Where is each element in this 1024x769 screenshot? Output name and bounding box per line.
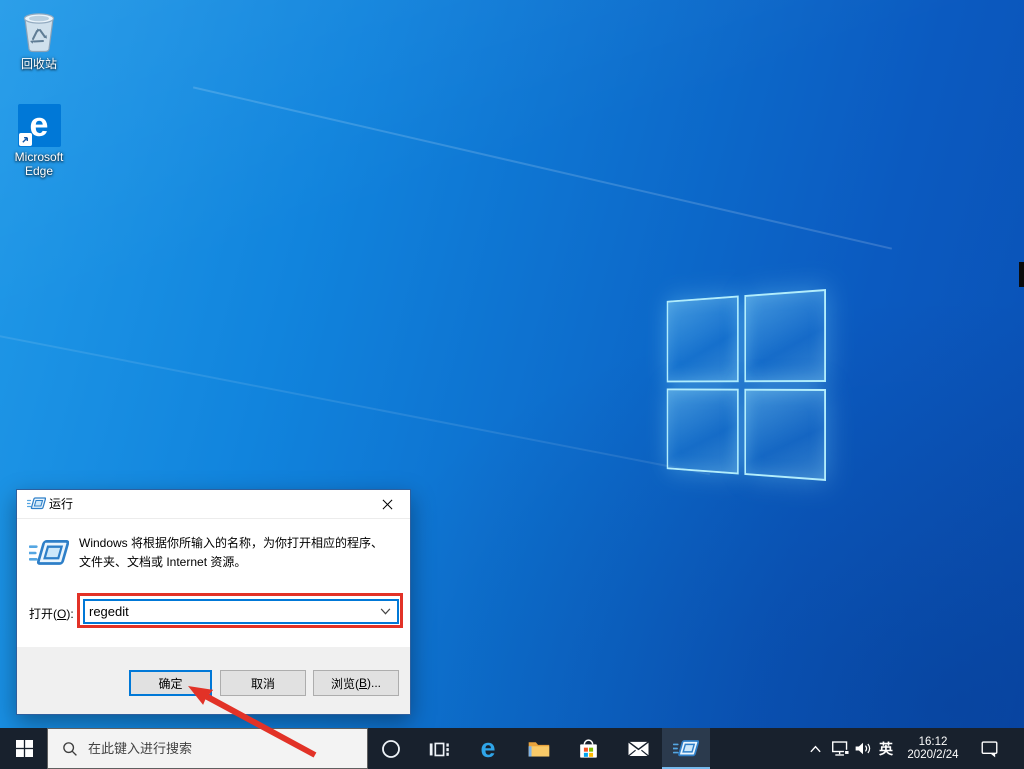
ime-label: 英 bbox=[879, 739, 893, 759]
run-dialog-icon bbox=[27, 496, 46, 511]
desktop-icon-edge[interactable]: e Microsoft Edge bbox=[0, 104, 78, 178]
taskbar-edge-button[interactable]: e bbox=[464, 728, 512, 769]
description-line-1: Windows 将根据你所输入的名称，为你打开相应的程序、 bbox=[79, 534, 404, 553]
clock-time: 16:12 bbox=[919, 736, 948, 749]
chevron-down-icon[interactable] bbox=[380, 608, 391, 615]
mail-icon bbox=[626, 736, 651, 761]
recycle-bin-icon bbox=[18, 6, 60, 54]
edge-e-glyph: e bbox=[30, 108, 49, 142]
ime-indicator[interactable]: 英 bbox=[874, 728, 898, 769]
windows-start-icon bbox=[16, 740, 33, 757]
file-explorer-icon bbox=[526, 736, 551, 761]
desktop-screen: 回收站 e Microsoft Edge 运行 Windows 将根据你所输入的… bbox=[0, 0, 1024, 769]
cursor-artifact bbox=[1019, 262, 1024, 287]
run-dialog-title: 运行 bbox=[49, 490, 73, 519]
windows-logo bbox=[667, 289, 826, 481]
start-button[interactable] bbox=[0, 728, 48, 769]
shortcut-arrow-icon bbox=[19, 133, 32, 146]
wallpaper-shadow bbox=[307, 291, 1024, 728]
open-label-pre: 打开( bbox=[29, 607, 57, 621]
search-input[interactable] bbox=[88, 741, 367, 756]
task-view-icon bbox=[427, 737, 451, 761]
browse-label-pre: 浏览( bbox=[331, 675, 359, 692]
run-dialog-description: Windows 将根据你所输入的名称，为你打开相应的程序、 文件夹、文档或 In… bbox=[79, 534, 404, 572]
action-center-icon bbox=[979, 738, 1000, 759]
edge-icon: e bbox=[480, 735, 495, 762]
taskbar-run-button[interactable] bbox=[662, 728, 710, 769]
open-combobox[interactable] bbox=[83, 599, 399, 624]
desktop-icon-recycle-bin[interactable]: 回收站 bbox=[0, 6, 78, 71]
run-taskbar-icon bbox=[673, 738, 699, 759]
volume-tray-button[interactable] bbox=[852, 728, 874, 769]
microsoft-store-icon bbox=[576, 736, 601, 761]
edge-label: Microsoft Edge bbox=[0, 150, 78, 178]
action-center-button[interactable] bbox=[972, 728, 1006, 769]
description-line-2: 文件夹、文档或 Internet 资源。 bbox=[79, 553, 404, 572]
cancel-button[interactable]: 取消 bbox=[220, 670, 306, 696]
browse-button[interactable]: 浏览(B)... bbox=[313, 670, 399, 696]
open-field-label: 打开(O): bbox=[29, 605, 74, 622]
recycle-bin-label: 回收站 bbox=[0, 57, 78, 71]
mail-button[interactable] bbox=[614, 728, 662, 769]
windows-logo-pane bbox=[667, 388, 739, 474]
cortana-icon bbox=[381, 739, 401, 759]
chevron-up-icon bbox=[809, 744, 822, 754]
edge-tile-icon: e bbox=[18, 104, 61, 147]
browse-label-post: )... bbox=[367, 676, 381, 690]
close-button[interactable] bbox=[365, 490, 410, 518]
windows-logo-pane bbox=[667, 296, 739, 382]
open-label-post: ): bbox=[66, 607, 73, 621]
open-label-mnemonic: O bbox=[57, 607, 66, 621]
open-input[interactable] bbox=[85, 601, 380, 622]
cortana-button[interactable] bbox=[368, 728, 414, 769]
run-body-icon bbox=[29, 537, 69, 569]
network-icon bbox=[831, 740, 850, 757]
windows-logo-pane bbox=[744, 289, 826, 382]
run-dialog: 运行 Windows 将根据你所输入的名称，为你打开相应的程序、 文件夹、文档或… bbox=[16, 489, 411, 715]
windows-logo-pane bbox=[744, 388, 826, 481]
taskbar: e bbox=[0, 728, 1024, 769]
close-icon bbox=[382, 499, 393, 510]
show-hidden-icons-button[interactable] bbox=[804, 728, 826, 769]
taskbar-search[interactable] bbox=[47, 728, 368, 769]
network-tray-button[interactable] bbox=[828, 728, 852, 769]
microsoft-store-button[interactable] bbox=[564, 728, 612, 769]
task-view-button[interactable] bbox=[416, 728, 462, 769]
run-dialog-titlebar[interactable]: 运行 bbox=[17, 490, 410, 519]
speaker-icon bbox=[854, 740, 872, 757]
file-explorer-button[interactable] bbox=[514, 728, 562, 769]
browse-label-mnemonic: B bbox=[359, 676, 367, 690]
taskbar-clock[interactable]: 16:12 2020/2/24 bbox=[898, 728, 968, 769]
ok-button[interactable]: 确定 bbox=[129, 670, 212, 696]
search-icon bbox=[62, 741, 78, 757]
clock-date: 2020/2/24 bbox=[907, 749, 958, 762]
